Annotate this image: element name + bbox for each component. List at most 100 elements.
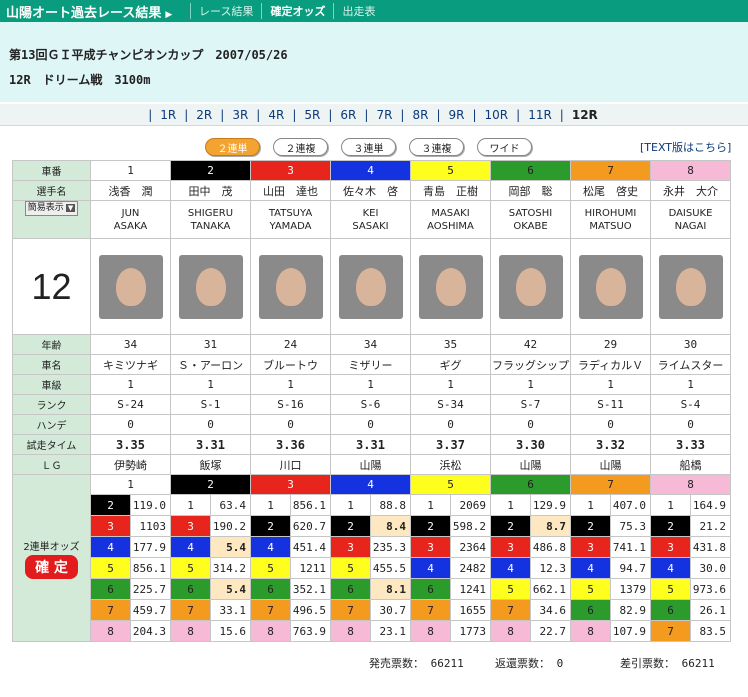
odds-value-4-2: 8.4 [370,515,411,537]
odds-second-car: 2 [410,515,451,537]
rider-first-en: SHIGERU [187,207,234,219]
rider-name-en-6: SATOSHI OKABE [490,200,571,239]
odds-second-car: 5 [90,557,131,579]
odds-value-1-3: 1103 [130,515,171,537]
odds-second-car: 7 [410,599,451,621]
rider-time-2: 3.31 [170,434,251,455]
rider-age-7: 29 [570,334,651,355]
odds-value-5-1: 2069 [450,494,491,516]
race-title: 第13回ＧＩ平成チャンピオンカップ 2007/05/26 [9,48,288,62]
odds-value-6-5: 662.1 [530,578,571,600]
chevron-down-icon: ▼ [65,204,76,212]
odds-col-head-3: 3 [250,474,331,495]
race-tab-10r[interactable]: 10R [480,108,514,122]
rider-last-en: MATSUO [589,220,632,232]
odds-value-8-6: 26.1 [690,599,731,621]
odds-side-label: 2連単オッズ確 定 [12,474,91,642]
rider-first-en: DAISUKE [668,207,713,219]
rider-age-4: 34 [330,334,411,355]
race-tab-7r[interactable]: 7R [371,108,397,122]
rider-photo-icon [498,254,563,319]
rider-rank-8: S-4 [650,394,731,415]
nav-entry-list[interactable]: 出走表 [333,3,383,19]
rider-time-3: 3.36 [250,434,331,455]
odds-value-5-7: 1655 [450,599,491,621]
display-select[interactable]: 簡易表示 ▼ [24,201,79,216]
odds-button-3[interactable]: ３連複 [409,138,464,156]
rider-cls-2: 1 [170,374,251,395]
odds-second-car: 5 [330,557,371,579]
odds-value-8-5: 973.6 [690,578,731,600]
odds-second-car: 1 [490,494,531,516]
odds-second-car: 3 [410,536,451,558]
rider-machine-5: ギグ [410,354,491,375]
odds-value-6-3: 486.8 [530,536,571,558]
odds-button-0[interactable]: ２連単 [205,138,260,156]
odds-second-car: 1 [570,494,611,516]
rider-car-5: 5 [410,160,491,181]
rider-car-7: 7 [570,160,651,181]
race-tab-8r[interactable]: 8R [407,108,433,122]
rider-hande-7: 0 [570,414,651,435]
rider-first-en: HIROHUMI [584,207,637,219]
tab-separator: | [559,107,564,122]
odds-value-7-8: 107.9 [610,620,651,642]
odds-value-2-7: 33.1 [210,599,251,621]
odds-second-car: 8 [170,620,211,642]
odds-col-head-7: 7 [570,474,651,495]
rider-machine-6: フラッグシップ [490,354,571,375]
race-tab-3r[interactable]: 3R [227,108,253,122]
refund-count: 返還票数： 0 [495,657,564,670]
odds-value-4-8: 23.1 [370,620,411,642]
rider-photo-icon [578,254,643,319]
odds-button-2[interactable]: ３連単 [341,138,396,156]
race-tab-9r[interactable]: 9R [444,108,470,122]
odds-value-7-6: 82.9 [610,599,651,621]
tab-separator: | [516,107,521,122]
rider-lg-7: 山陽 [570,454,651,475]
odds-value-7-1: 407.0 [610,494,651,516]
race-tab-6r[interactable]: 6R [335,108,361,122]
odds-value-2-8: 15.6 [210,620,251,642]
rider-machine-4: ミザリー [330,354,411,375]
odds-value-3-1: 856.1 [290,494,331,516]
rider-photo-4 [330,238,411,335]
row-label-handicap: ハンデ [12,414,91,435]
odds-value-1-5: 856.1 [130,557,171,579]
odds-col-head-6: 6 [490,474,571,495]
tab-separator: | [472,107,477,122]
odds-second-car: 6 [90,578,131,600]
row-label-rank: ランク [12,394,91,415]
odds-second-car: 1 [330,494,371,516]
rider-photo-icon [658,254,723,319]
display-select-label: 簡易表示 [27,203,64,213]
race-tab-11r[interactable]: 11R [523,108,557,122]
rider-name-en-2: SHIGERU TANAKA [170,200,251,239]
race-tab-5r[interactable]: 5R [299,108,325,122]
race-tab-4r[interactable]: 4R [263,108,289,122]
rider-hande-4: 0 [330,414,411,435]
odds-value-7-3: 741.1 [610,536,651,558]
odds-value-5-3: 2364 [450,536,491,558]
odds-second-car: 4 [410,557,451,579]
odds-value-2-5: 314.2 [210,557,251,579]
odds-second-car: 1 [250,494,291,516]
tab-separator: | [292,107,297,122]
rider-car-2: 2 [170,160,251,181]
nav-race-result[interactable]: レース結果 [190,3,261,19]
odds-button-4[interactable]: ワイド [477,138,532,156]
row-label-en: 簡易表示 ▼ [12,200,91,239]
race-tab-1r[interactable]: 1R [155,108,181,122]
race-tab-2r[interactable]: 2R [191,108,217,122]
rider-last-en: AOSHIMA [427,220,474,232]
rider-name-en-3: TATSUYA YAMADA [250,200,331,239]
face-icon [675,267,706,306]
rider-lg-5: 浜松 [410,454,491,475]
text-version-link[interactable]: [TEXT版はこちら] [640,139,731,155]
nav-confirmed-odds[interactable]: 確定オッズ [261,3,333,19]
rider-time-7: 3.32 [570,434,651,455]
site-header: 山陽オート過去レース結果 ▶ レース結果 確定オッズ 出走表 [0,0,748,22]
odds-button-1[interactable]: ２連複 [273,138,328,156]
race-tab-12r[interactable]: 12R [567,108,603,122]
odds-value-8-3: 431.8 [690,536,731,558]
